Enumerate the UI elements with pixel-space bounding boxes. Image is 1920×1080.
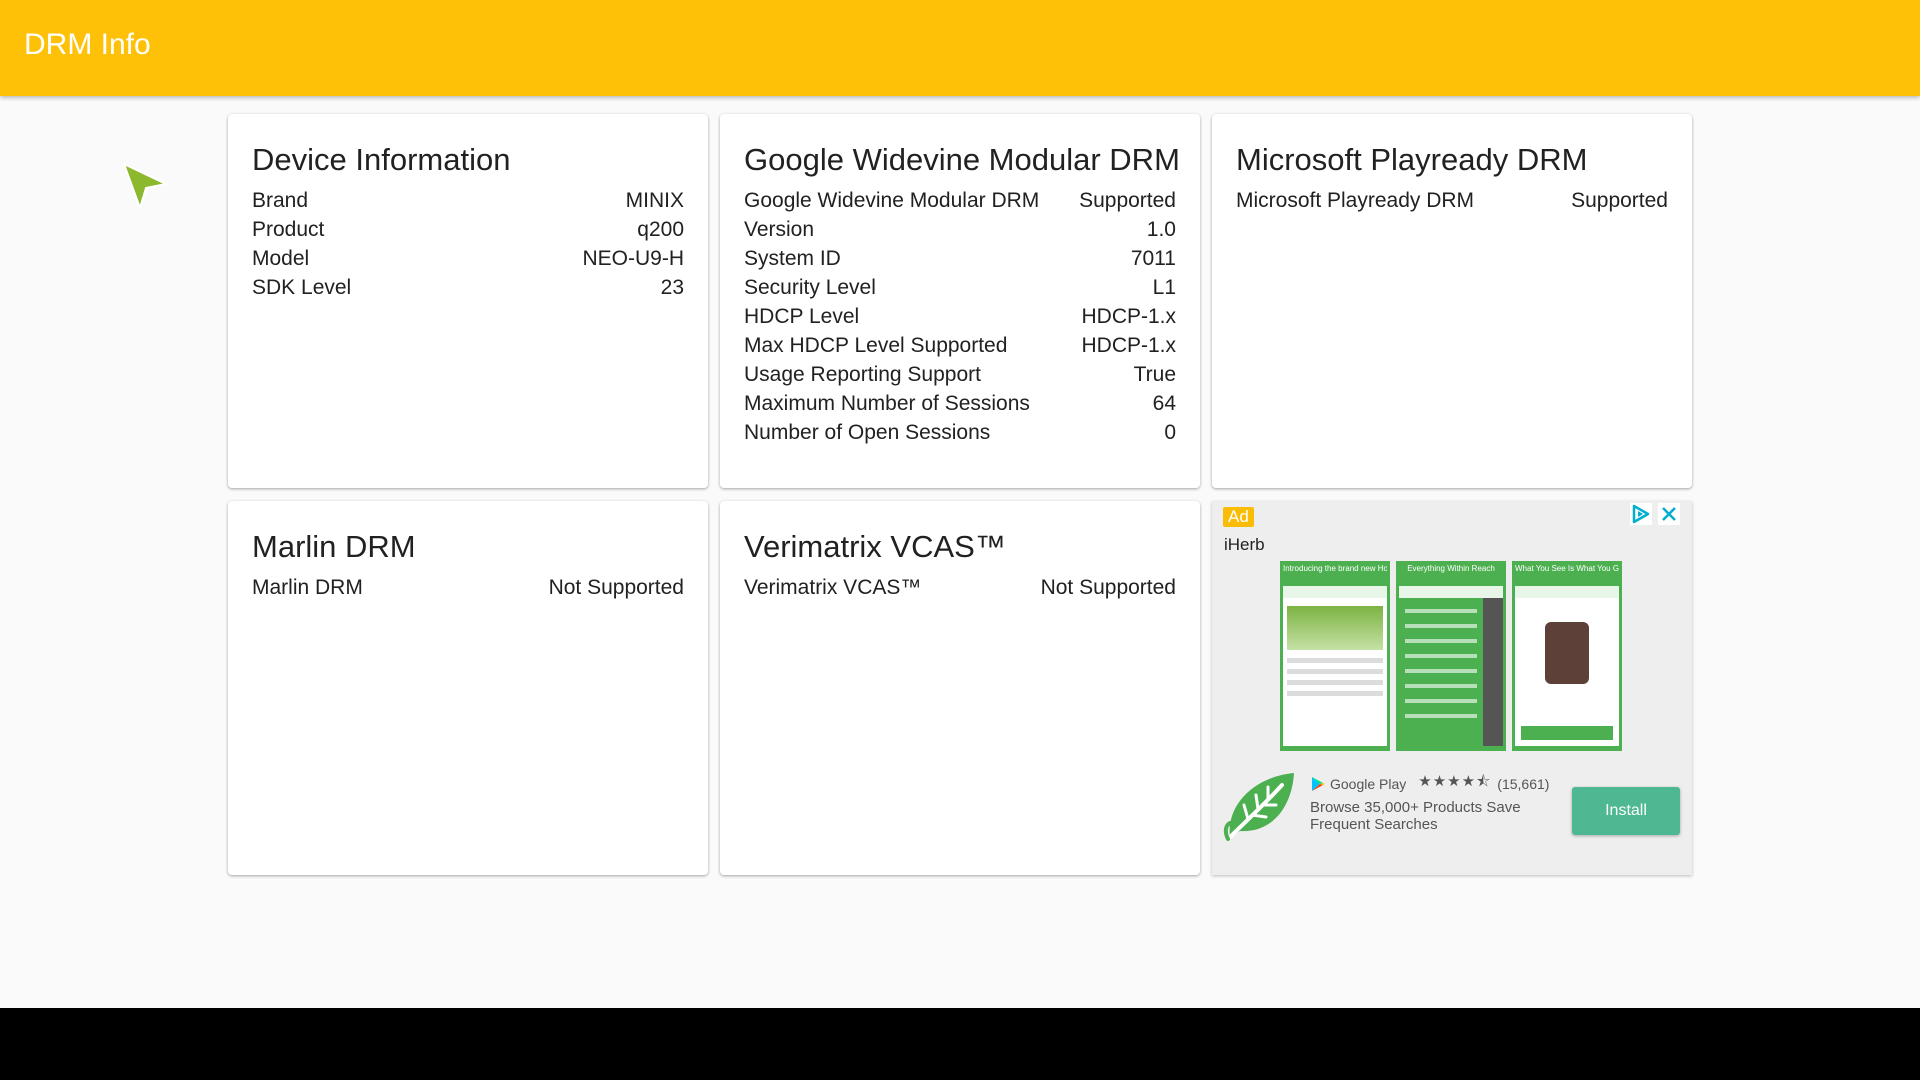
- google-play-badge: Google Play: [1310, 776, 1406, 792]
- card-title: Device Information: [252, 142, 511, 177]
- row-label: Security Level: [744, 276, 876, 299]
- card-title: Google Widevine Modular DRM: [744, 142, 1180, 177]
- widevine-drm-card: Google Widevine Modular DRM Google Widev…: [720, 114, 1200, 488]
- screenshot-app-bar: [1399, 586, 1503, 598]
- app-title: DRM Info: [24, 28, 151, 61]
- info-row: Version 1.0: [744, 215, 1176, 244]
- row-label: Maximum Number of Sessions: [744, 392, 1030, 415]
- screenshot-add-to-cart: [1521, 726, 1613, 740]
- row-label: Usage Reporting Support: [744, 363, 981, 386]
- info-row: Max HDCP Level Supported HDCP-1.x: [744, 331, 1176, 360]
- screenshot-screen: [1399, 586, 1503, 746]
- screenshot-screen: [1515, 586, 1619, 746]
- row-value: True: [1133, 363, 1176, 386]
- ad-banner[interactable]: Ad iHerb Introducing the brand new Homep…: [1212, 501, 1692, 875]
- row-label: Microsoft Playready DRM: [1236, 189, 1475, 212]
- ad-description: Browse 35,000+ Products Save Frequent Se…: [1310, 799, 1521, 833]
- app-window: DRM Info Device Information Brand MINIX …: [0, 0, 1920, 1008]
- ad-screenshots[interactable]: Introducing the brand new Homepage! Ever…: [1280, 561, 1622, 751]
- row-value: Supported: [1079, 189, 1176, 212]
- ad-screenshot[interactable]: What You See Is What You Get: [1512, 561, 1622, 751]
- info-row: Google Widevine Modular DRM Supported: [744, 186, 1176, 215]
- row-value: Not Supported: [1040, 576, 1176, 599]
- row-value: L1: [1152, 276, 1176, 299]
- ad-screenshot[interactable]: Everything Within Reach: [1396, 561, 1506, 751]
- row-value: HDCP-1.x: [1081, 334, 1176, 357]
- info-row: Brand MINIX: [252, 186, 684, 215]
- playready-drm-card: Microsoft Playready DRM Microsoft Playre…: [1212, 114, 1692, 488]
- row-value: 7011: [1130, 247, 1176, 270]
- row-label: Brand: [252, 189, 309, 212]
- info-row: Usage Reporting Support True: [744, 360, 1176, 389]
- info-row: Verimatrix VCAS™ Not Supported: [744, 573, 1176, 602]
- screenshot-caption: Introducing the brand new Homepage!: [1283, 564, 1387, 573]
- row-label: Version: [744, 218, 815, 241]
- iherb-leaf-logo-icon[interactable]: [1222, 767, 1298, 843]
- row-label: Product: [252, 218, 325, 241]
- marlin-drm-card: Marlin DRM Marlin DRM Not Supported: [228, 501, 708, 875]
- row-value: q200: [637, 218, 684, 241]
- card-title: Marlin DRM: [252, 529, 416, 564]
- info-row: HDCP Level HDCP-1.x: [744, 302, 1176, 331]
- row-label: Number of Open Sessions: [744, 421, 991, 444]
- row-value: Supported: [1571, 189, 1668, 212]
- row-label: System ID: [744, 247, 841, 270]
- row-value: 64: [1152, 392, 1176, 415]
- row-label: Max HDCP Level Supported: [744, 334, 1008, 357]
- screenshot-caption: What You See Is What You Get: [1515, 564, 1619, 573]
- ad-badge: Ad: [1223, 507, 1254, 527]
- row-label: SDK Level: [252, 276, 352, 299]
- google-play-icon: [1312, 776, 1325, 791]
- info-row: Number of Open Sessions 0: [744, 418, 1176, 447]
- info-row: Product q200: [252, 215, 684, 244]
- row-value: 23: [660, 276, 684, 299]
- row-value: NEO-U9-H: [582, 247, 684, 270]
- rating-stars: ★★★★⯪: [1418, 773, 1492, 790]
- row-value: MINIX: [625, 189, 684, 212]
- info-row: SDK Level 23: [252, 273, 684, 302]
- info-row: Marlin DRM Not Supported: [252, 573, 684, 602]
- card-title: Verimatrix VCAS™: [744, 529, 1006, 564]
- screenshot-app-bar: [1515, 586, 1619, 598]
- info-row: Model NEO-U9-H: [252, 244, 684, 273]
- close-icon[interactable]: [1658, 503, 1680, 525]
- screenshot-content: [1283, 658, 1387, 696]
- row-label: Verimatrix VCAS™: [744, 576, 922, 599]
- row-value: 1.0: [1146, 218, 1176, 241]
- screenshot-nav-menu: [1399, 598, 1483, 746]
- row-value: Not Supported: [548, 576, 684, 599]
- screenshot-hero-image: [1287, 606, 1383, 650]
- rating-count: (15,661): [1497, 775, 1550, 792]
- store-name: Google Play: [1330, 775, 1407, 792]
- ad-store-info: Google Play ★★★★⯪ (15,661): [1310, 771, 1549, 796]
- screenshot-caption: Everything Within Reach: [1407, 564, 1495, 573]
- ad-advertiser-name: iHerb: [1224, 535, 1265, 554]
- info-row: System ID 7011: [744, 244, 1176, 273]
- row-value: HDCP-1.x: [1081, 305, 1176, 328]
- row-label: Model: [252, 247, 310, 270]
- mouse-pointer-icon: [123, 163, 167, 209]
- screenshot-screen: [1283, 586, 1387, 746]
- device-information-card: Device Information Brand MINIX Product q…: [228, 114, 708, 488]
- info-row: Microsoft Playready DRM Supported: [1236, 186, 1668, 215]
- verimatrix-drm-card: Verimatrix VCAS™ Verimatrix VCAS™ Not Su…: [720, 501, 1200, 875]
- row-label: Marlin DRM: [252, 576, 363, 599]
- row-value: 0: [1164, 421, 1176, 444]
- ad-screenshot[interactable]: Introducing the brand new Homepage!: [1280, 561, 1390, 751]
- info-row: Maximum Number of Sessions 64: [744, 389, 1176, 418]
- info-row: Security Level L1: [744, 273, 1176, 302]
- card-title: Microsoft Playready DRM: [1236, 142, 1588, 177]
- ad-choices-icon[interactable]: [1630, 503, 1652, 525]
- row-label: HDCP Level: [744, 305, 860, 328]
- screenshot-app-bar: [1283, 586, 1387, 598]
- install-button[interactable]: Install: [1572, 787, 1680, 835]
- row-label: Google Widevine Modular DRM: [744, 189, 1040, 212]
- product-image: [1545, 622, 1589, 684]
- app-bar: DRM Info: [0, 0, 1920, 96]
